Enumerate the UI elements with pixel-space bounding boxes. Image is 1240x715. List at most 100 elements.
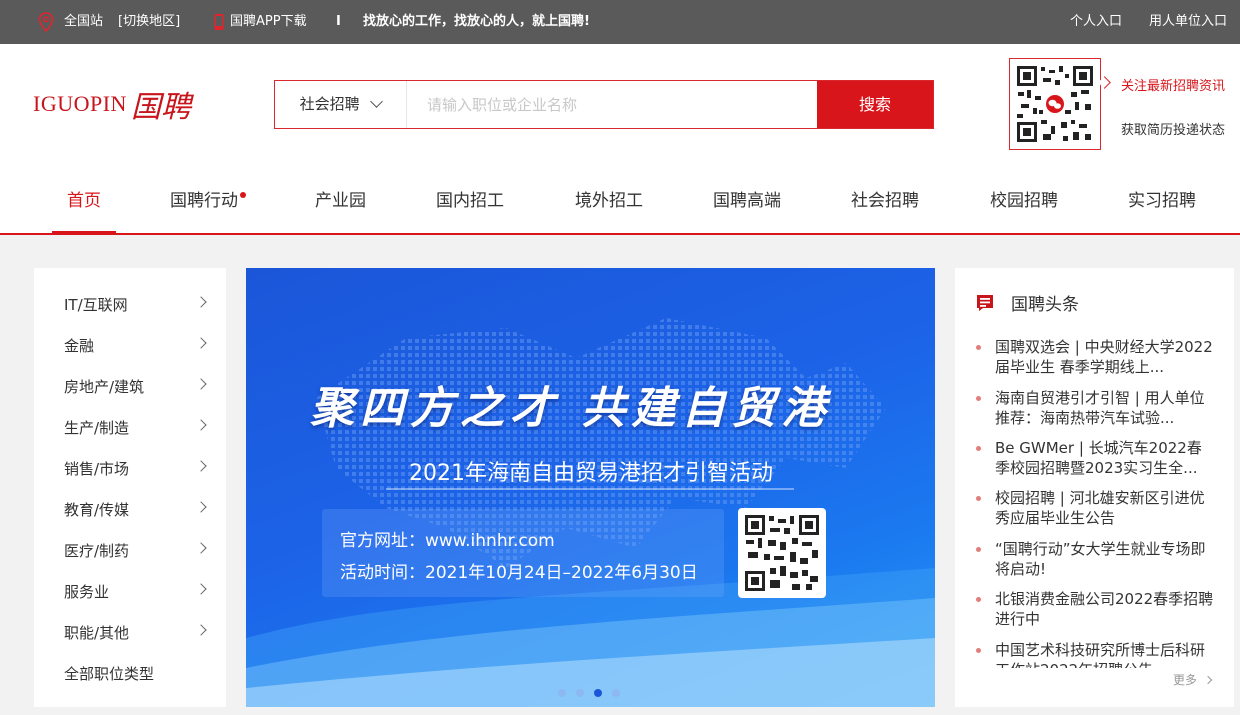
bullet-icon <box>976 597 981 602</box>
location-icon <box>38 0 54 44</box>
chevron-right-icon <box>195 378 207 390</box>
banner-background <box>246 318 935 707</box>
news-more-link[interactable]: 更多 <box>1173 671 1213 688</box>
news-item[interactable]: 北银消费金融公司2022春季招聘进行中 <box>975 589 1215 629</box>
search-input[interactable] <box>407 81 817 128</box>
logo[interactable]: IGUOPIN 国聘 <box>33 82 191 126</box>
category-label: 职能/其他 <box>64 624 130 642</box>
category-item[interactable]: 金融 <box>64 336 209 377</box>
news-item[interactable]: 国聘双选会 | 中央财经大学2022届毕业生 春季学期线上... <box>975 337 1215 377</box>
nav-industrial-park[interactable]: 产业园 <box>315 184 366 234</box>
search-bar: 社会招聘 搜索 <box>274 80 934 129</box>
category-label: 销售/市场 <box>64 460 130 478</box>
banner-headline: 聚四方之才 共建自贸港 <box>310 383 832 434</box>
news-item-text: 校园招聘 | 河北雄安新区引进优秀应届毕业生公告 <box>995 489 1205 527</box>
banner-carousel[interactable]: 聚四方之才 共建自贸港 2021年海南自由贸易港招才引智活动 官方网址：www.… <box>246 268 935 707</box>
nav-divider <box>0 233 1240 235</box>
chevron-right-icon <box>195 624 207 636</box>
banner-time: 活动时间：2021年10月24日–2022年6月30日 <box>340 563 698 583</box>
chevron-right-icon <box>195 337 207 349</box>
personal-login-link[interactable]: 个人入口 <box>1070 0 1122 44</box>
nav-domestic-workers[interactable]: 国内招工 <box>436 184 504 234</box>
search-category-label: 社会招聘 <box>299 95 360 113</box>
category-item[interactable]: 销售/市场 <box>64 459 209 500</box>
carousel-dot[interactable] <box>558 689 566 697</box>
search-category-select[interactable]: 社会招聘 <box>275 81 407 128</box>
category-label: 生产/制造 <box>64 419 130 437</box>
category-label: 房地产/建筑 <box>64 378 145 396</box>
bullet-icon <box>976 396 981 401</box>
qr-code-icon <box>745 515 819 591</box>
chevron-right-icon <box>195 501 207 513</box>
category-label: 服务业 <box>64 583 110 601</box>
news-item-text: Be GWMer | 长城汽车2022春季校园招聘暨2023实习生全... <box>995 439 1202 477</box>
chevron-right-icon <box>195 583 207 595</box>
chevron-right-icon <box>195 460 207 472</box>
nav-campus-recruitment[interactable]: 校园招聘 <box>990 184 1058 234</box>
chevron-right-icon <box>195 296 207 308</box>
nav-high-end[interactable]: 国聘高端 <box>713 184 781 234</box>
category-item[interactable]: IT/互联网 <box>64 295 209 336</box>
news-item-text: 海南自贸港引才引智 | 用人单位推荐：海南热带汽车试验... <box>995 389 1205 427</box>
new-dot-icon <box>240 192 246 198</box>
chevron-right-icon <box>1203 675 1213 685</box>
switch-region-link[interactable]: [切换地区] <box>118 0 180 44</box>
nav-internship[interactable]: 实习招聘 <box>1128 184 1196 234</box>
category-label: 教育/传媒 <box>64 501 130 519</box>
news-item[interactable]: 中国艺术科技研究所博士后科研工作站2022年招聘公告 <box>975 640 1215 668</box>
nav-guopin-action[interactable]: 国聘行动 <box>170 184 246 234</box>
nav-home[interactable]: 首页 <box>52 184 116 234</box>
bullet-icon <box>976 446 981 451</box>
news-item[interactable]: 海南自贸港引才引智 | 用人单位推荐：海南热带汽车试验... <box>975 388 1215 428</box>
news-item-text: 北银消费金融公司2022春季招聘进行中 <box>995 590 1214 628</box>
phone-icon <box>213 0 225 44</box>
station-label: 全国站 <box>64 14 104 29</box>
carousel-dot[interactable] <box>612 689 620 697</box>
banner-info-box <box>322 509 724 597</box>
news-item-text: 国聘双选会 | 中央财经大学2022届毕业生 春季学期线上... <box>995 338 1213 376</box>
carousel-dots <box>558 689 620 697</box>
carousel-dot-active[interactable] <box>594 689 602 697</box>
news-item[interactable]: 校园招聘 | 河北雄安新区引进优秀应届毕业生公告 <box>975 488 1215 528</box>
news-item-text: 中国艺术科技研究所博士后科研工作站2022年招聘公告 <box>995 641 1206 668</box>
logo-text-cn: 国聘 <box>130 91 191 124</box>
main-nav: 首页 国聘行动 产业园 国内招工 境外招工 国聘高端 社会招聘 校园招聘 实习招… <box>0 184 1240 234</box>
category-label: 金融 <box>64 337 95 355</box>
news-more-label: 更多 <box>1173 673 1198 687</box>
bullet-icon <box>976 648 981 653</box>
slogan: 找放心的工作，找放心的人，就上国聘! <box>363 14 590 29</box>
employer-login-link[interactable]: 用人单位入口 <box>1149 0 1227 44</box>
qr-status-text: 获取简历投递状态 <box>1121 123 1226 138</box>
header: IGUOPIN 国聘 社会招聘 搜索 <box>0 44 1240 234</box>
chevron-right-icon <box>195 419 207 431</box>
category-item[interactable]: 医疗/制药 <box>64 541 209 582</box>
category-item[interactable]: 生产/制造 <box>64 418 209 459</box>
category-label: 全部职位类型 <box>64 665 155 683</box>
news-item[interactable]: “国聘行动”女大学生就业专场即将启动! <box>975 539 1215 579</box>
nav-social-recruitment[interactable]: 社会招聘 <box>851 184 919 234</box>
banner-title: 2021年海南自由贸易港招才引智活动 <box>409 461 773 486</box>
banner-website: 官方网址：www.ihnhr.com <box>340 531 555 551</box>
logo-text-en: IGUOPIN <box>33 91 127 116</box>
carousel-dot[interactable] <box>576 689 584 697</box>
banner-qr-code <box>738 508 826 598</box>
category-menu: IT/互联网 金融 房地产/建筑 生产/制造 销售/市场 教育/传媒 医疗/制药… <box>34 268 226 707</box>
news-item[interactable]: Be GWMer | 长城汽车2022春季校园招聘暨2023实习生全... <box>975 438 1215 478</box>
category-item[interactable]: 房地产/建筑 <box>64 377 209 418</box>
category-item[interactable]: 职能/其他 <box>64 623 209 664</box>
category-item[interactable]: 教育/传媒 <box>64 500 209 541</box>
chevron-down-icon <box>370 95 384 108</box>
news-panel: 国聘头条 国聘双选会 | 中央财经大学2022届毕业生 春季学期线上... 海南… <box>955 268 1234 707</box>
category-label: 医疗/制药 <box>64 542 130 560</box>
category-item[interactable]: 服务业 <box>64 582 209 623</box>
category-all[interactable]: 全部职位类型 <box>64 664 209 705</box>
nav-guopin-action-label: 国聘行动 <box>170 191 238 211</box>
news-icon <box>977 294 993 311</box>
app-download-link[interactable]: 国聘APP下载 <box>230 0 307 44</box>
bullet-icon <box>976 345 981 350</box>
search-button[interactable]: 搜索 <box>817 81 933 128</box>
category-label: IT/互联网 <box>64 296 128 314</box>
nav-overseas-workers[interactable]: 境外招工 <box>575 184 643 234</box>
topbar-separator: I <box>336 14 341 29</box>
qr-follow-text: 关注最新招聘资讯 <box>1121 79 1226 94</box>
